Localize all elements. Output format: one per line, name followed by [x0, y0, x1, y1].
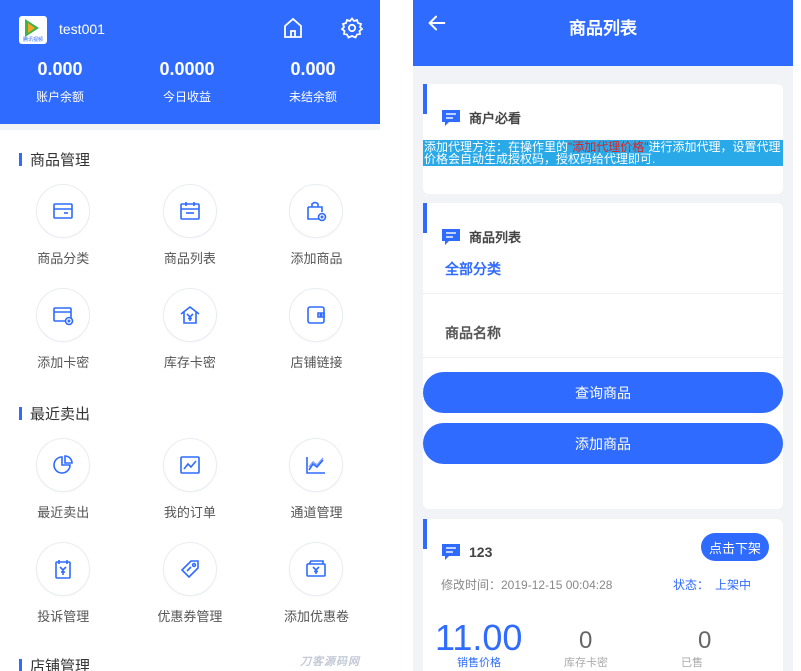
- message-icon: [442, 109, 460, 126]
- stock-card-icon: [180, 305, 200, 324]
- section-title-text: 店铺管理: [30, 657, 91, 671]
- stat-label: 未结余额: [288, 90, 337, 104]
- stat-label: 今日收益: [162, 90, 211, 104]
- unlist-button[interactable]: 点击下架: [700, 533, 769, 561]
- sale-price-label: 销售价格: [457, 657, 501, 669]
- pie-chart-icon: [53, 455, 74, 474]
- product-card-header: 123: [441, 543, 492, 561]
- watermark: 刀客源码网: [300, 656, 360, 668]
- notice-text: 添加代理方法：在操作里的"添加代理价格"进行添加代理，设置代理价格会自动生成授权…: [423, 140, 783, 166]
- gear-icon[interactable]: [340, 16, 364, 40]
- menu-item-label: 我的订单: [163, 505, 216, 520]
- menu-item-label: 商品列表: [163, 251, 216, 266]
- section-title-recent-sales: 最近卖出: [0, 388, 380, 438]
- modified-time: 修改时间：2019-12-15 00:04:28: [441, 578, 613, 592]
- app-logo: 腾讯视频: [19, 16, 47, 44]
- query-products-button[interactable]: 查询商品: [423, 372, 783, 413]
- stock-count: 0: [579, 627, 593, 654]
- stat-value: 0.000: [290, 59, 336, 79]
- menu-item-recent-sales[interactable]: 最近卖出: [0, 438, 127, 542]
- menu-item-label: 库存卡密: [163, 355, 216, 370]
- menu-item-label: 最近卖出: [37, 505, 90, 520]
- product-card: 123 点击下架 修改时间：2019-12-15 00:04:28 状态： 上架中…: [423, 519, 783, 671]
- add-card-icon: [53, 307, 74, 326]
- menu-item-shop-link[interactable]: 店铺链接: [253, 288, 380, 392]
- home-icon[interactable]: [281, 16, 305, 40]
- recent-sales-grid: 最近卖出 我的订单 通道管理 投诉管理 优惠券管理 添加优惠卷: [0, 438, 380, 646]
- page-title: 商品列表: [569, 19, 637, 38]
- menu-item-coupon-management[interactable]: 优惠券管理: [127, 542, 254, 646]
- notice-card-header: 商户必看: [441, 108, 521, 127]
- status-label: 状态：: [673, 578, 710, 592]
- dashboard-header: 腾讯视频 test001 0.000 账户余额 0.0000 今日收益 0.00…: [0, 0, 380, 124]
- notice-card: 商户必看 添加代理方法：在操作里的"添加代理价格"进行添加代理，设置代理价格会自…: [423, 84, 783, 194]
- category-icon: [53, 203, 74, 219]
- stat-today-income: 0.0000 今日收益: [127, 58, 247, 105]
- category-select[interactable]: 全部分类: [423, 244, 783, 294]
- stat-value: 0.0000: [159, 59, 215, 79]
- sold-count-label: 已售: [681, 657, 703, 669]
- section-title-product-management: 商品管理: [0, 134, 380, 184]
- status-value: 上架中: [715, 578, 752, 592]
- stat-account-balance: 0.000 账户余额: [0, 58, 120, 105]
- merchant-dashboard: 腾讯视频 test001 0.000 账户余额 0.0000 今日收益 0.00…: [0, 0, 380, 671]
- add-product-icon: [307, 201, 327, 222]
- product-management-grid: 商品分类 商品列表 添加商品 添加卡密 库存卡密 店铺链接: [0, 184, 380, 392]
- section-title-text: 最近卖出: [30, 405, 91, 423]
- coupon-tag-icon: [180, 560, 199, 579]
- menu-item-add-coupon[interactable]: 添加优惠卷: [253, 542, 380, 646]
- add-product-button[interactable]: 添加商品: [423, 423, 783, 464]
- complaint-icon: [55, 560, 72, 579]
- menu-item-label: 优惠券管理: [157, 609, 223, 624]
- menu-item-category[interactable]: 商品分类: [0, 184, 127, 288]
- menu-item-label: 店铺链接: [290, 355, 343, 370]
- menu-item-label: 添加优惠卷: [283, 609, 349, 624]
- menu-item-label: 添加卡密: [37, 355, 90, 370]
- menu-item-label: 商品分类: [37, 251, 90, 266]
- notice-card-title: 商户必看: [469, 111, 522, 126]
- sold-count: 0: [698, 627, 712, 654]
- username: test001: [59, 21, 105, 37]
- product-filter-card: 商品列表 全部分类 商品名称 查询商品 添加商品: [423, 203, 783, 509]
- message-icon: [442, 544, 460, 560]
- line-chart-icon: [180, 456, 200, 474]
- menu-item-label: 投诉管理: [37, 609, 90, 624]
- menu-item-add-product[interactable]: 添加商品: [253, 184, 380, 288]
- dashboard-body: 商品管理 商品分类 商品列表 添加商品 添加卡密 库存卡密 店铺链接 最近卖出 …: [0, 124, 380, 671]
- logo-text: 腾讯视频: [22, 37, 43, 43]
- menu-item-add-card[interactable]: 添加卡密: [0, 288, 127, 392]
- menu-item-product-list[interactable]: 商品列表: [127, 184, 254, 288]
- product-list-header: 商品列表: [413, 0, 793, 66]
- product-name-input[interactable]: 商品名称: [423, 308, 783, 358]
- stat-label: 账户余额: [35, 90, 84, 104]
- add-coupon-icon: [306, 560, 327, 577]
- menu-item-label: 通道管理: [290, 505, 343, 520]
- area-chart-icon: [306, 457, 326, 474]
- stat-unsettled-balance: 0.000 未结余额: [253, 58, 373, 105]
- menu-item-stock-card[interactable]: 库存卡密: [127, 288, 254, 392]
- product-list-icon: [180, 202, 200, 220]
- sale-price: 11.00: [435, 617, 523, 658]
- stock-count-label: 库存卡密: [564, 657, 608, 669]
- status-text: 状态： 上架中: [673, 576, 751, 593]
- menu-item-label: 添加商品: [290, 251, 343, 266]
- shop-link-icon: [307, 306, 326, 324]
- section-title-text: 商品管理: [30, 151, 91, 169]
- menu-item-complaints[interactable]: 投诉管理: [0, 542, 127, 646]
- stat-value: 0.000: [37, 59, 83, 79]
- menu-item-my-orders[interactable]: 我的订单: [127, 438, 254, 542]
- product-name: 123: [469, 544, 493, 560]
- message-icon: [442, 228, 460, 245]
- product-list-screen: 商品列表 商户必看 添加代理方法：在操作里的"添加代理价格"进行添加代理，设置代…: [413, 0, 793, 671]
- menu-item-channel-management[interactable]: 通道管理: [253, 438, 380, 542]
